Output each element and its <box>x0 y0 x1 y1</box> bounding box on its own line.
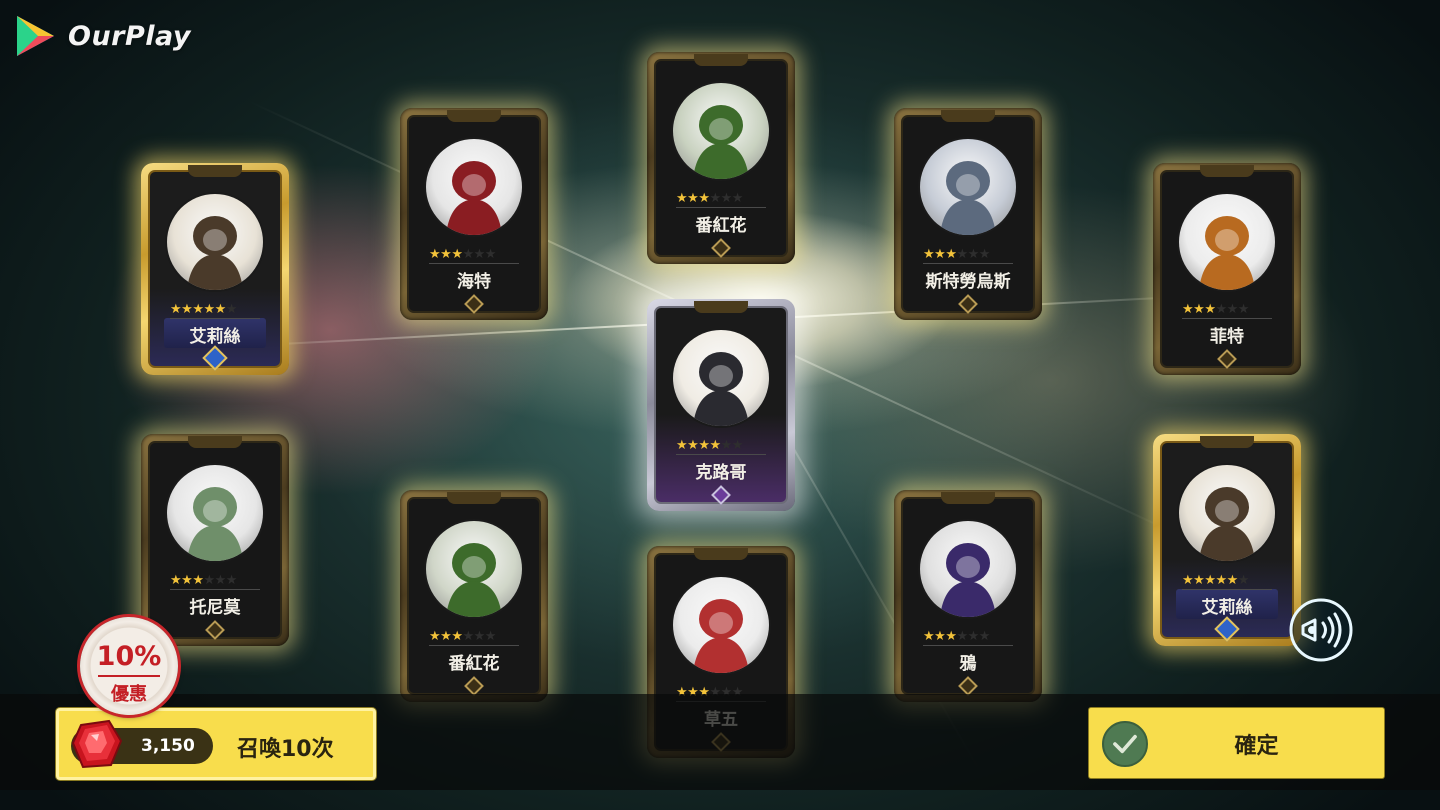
hero-portrait <box>1179 194 1275 290</box>
hero-card-crow[interactable]: ★★★★★★ 鴉 <box>894 490 1042 702</box>
hero-name: 托尼莫 <box>189 598 241 618</box>
hero-portrait <box>426 521 522 617</box>
star-rating: ★★★★★★ <box>170 302 237 317</box>
card-inner: ★★★★★★ 菲特 <box>1160 170 1294 368</box>
hero-card-stratus[interactable]: ★★★★★★ 斯特勞烏斯 <box>894 108 1042 320</box>
card-inner: ★★★★★★ 艾莉絲 <box>1160 441 1294 639</box>
hero-card-fait[interactable]: ★★★★★★ 菲特 <box>1153 163 1301 375</box>
discount-badge: 10% 優惠 <box>80 617 178 715</box>
hero-name: 斯特勞烏斯 <box>925 272 1011 292</box>
discount-percent: 10% <box>96 641 162 672</box>
brand-logo: OurPlay <box>14 14 191 58</box>
discount-label: 優惠 <box>111 684 147 705</box>
hero-portrait <box>426 139 522 235</box>
brand-name: OurPlay <box>68 20 192 52</box>
hero-portrait <box>673 83 769 179</box>
hero-name: 艾莉絲 <box>189 327 241 347</box>
hero-portrait <box>920 139 1016 235</box>
star-rating: ★★★★★★ <box>429 629 496 644</box>
star-rating: ★★★★★★ <box>170 573 237 588</box>
hero-card-crocus-bottom[interactable]: ★★★★★★ 番紅花 <box>400 490 548 702</box>
play-triangle-icon <box>17 16 54 56</box>
star-rating: ★★★★★★ <box>1182 302 1249 317</box>
hero-name: 番紅花 <box>695 216 747 236</box>
card-inner: ★★★★★★ 艾莉絲 <box>148 170 282 368</box>
hero-card-alice-right[interactable]: ★★★★★★ 艾莉絲 <box>1153 434 1301 646</box>
hero-portrait <box>1179 465 1275 561</box>
card-inner: ★★★★★★ 斯特勞烏斯 <box>901 115 1035 313</box>
card-inner: ★★★★★★ 番紅花 <box>407 497 541 695</box>
voice-speaker-icon[interactable] <box>1281 590 1361 670</box>
hero-name: 海特 <box>457 272 491 292</box>
confirm-label: 確定 <box>1234 734 1279 759</box>
star-rating: ★★★★★★ <box>923 247 990 262</box>
hero-name: 菲特 <box>1210 327 1244 347</box>
card-inner: ★★★★★★ 克路哥 <box>654 306 788 504</box>
ruby-icon <box>71 719 123 769</box>
hero-card-alice-left[interactable]: ★★★★★★ 艾莉絲 <box>141 163 289 375</box>
hero-portrait <box>167 465 263 561</box>
summon-label: 召喚10次 <box>237 737 334 762</box>
star-rating: ★★★★★★ <box>676 438 743 453</box>
hero-name: 艾莉絲 <box>1201 598 1253 618</box>
star-rating: ★★★★★★ <box>676 191 743 206</box>
hero-card-hait[interactable]: ★★★★★★ 海特 <box>400 108 548 320</box>
star-rating: ★★★★★★ <box>429 247 496 262</box>
hero-name: 克路哥 <box>695 463 747 483</box>
summon-10-button[interactable]: 3,150 召喚10次 <box>56 708 376 780</box>
hero-portrait <box>167 194 263 290</box>
card-inner: ★★★★★★ 鴉 <box>901 497 1035 695</box>
hero-portrait <box>673 330 769 426</box>
hero-portrait <box>920 521 1016 617</box>
star-rating: ★★★★★★ <box>1182 573 1249 588</box>
card-inner: ★★★★★★ 托尼莫 <box>148 441 282 639</box>
hero-name: 番紅花 <box>448 654 500 674</box>
star-rating: ★★★★★★ <box>923 629 990 644</box>
hero-card-tonimo[interactable]: ★★★★★★ 托尼莫 <box>141 434 289 646</box>
confirm-button[interactable]: 確定 <box>1089 708 1384 778</box>
hero-portrait <box>673 577 769 673</box>
card-inner: ★★★★★★ 番紅花 <box>654 59 788 257</box>
card-inner: ★★★★★★ 海特 <box>407 115 541 313</box>
hero-card-karugo[interactable]: ★★★★★★ 克路哥 <box>647 299 795 511</box>
hero-name: 鴉 <box>959 654 977 674</box>
hero-card-crocus-top[interactable]: ★★★★★★ 番紅花 <box>647 52 795 264</box>
summon-price: 3,150 <box>141 736 195 756</box>
